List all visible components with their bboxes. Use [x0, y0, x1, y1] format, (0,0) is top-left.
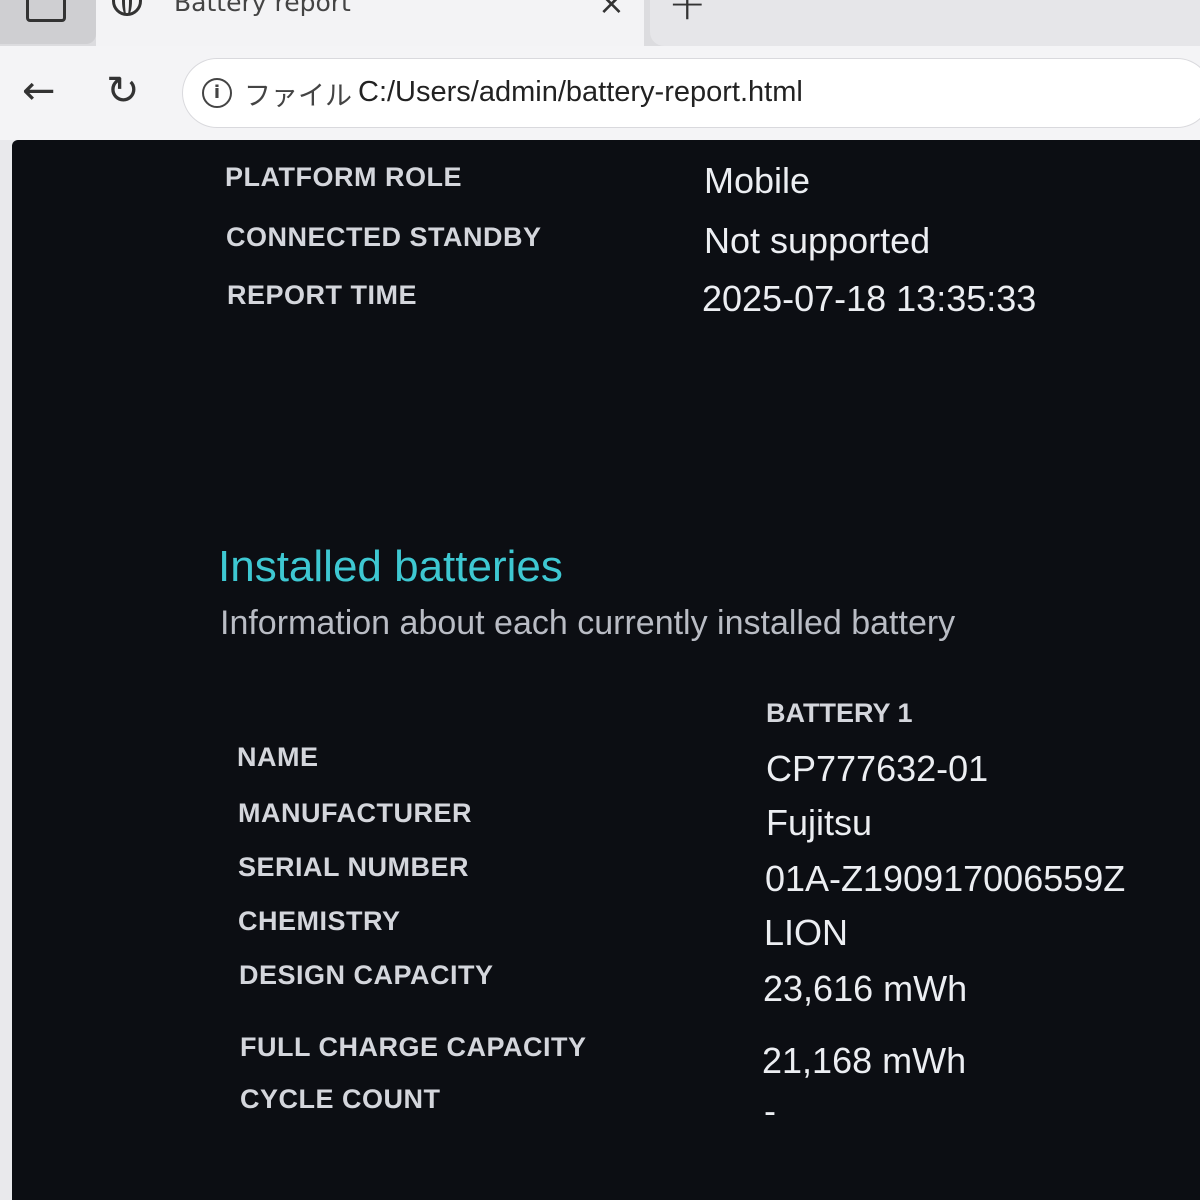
- info-icon[interactable]: i: [202, 78, 232, 108]
- back-button[interactable]: ←: [22, 68, 56, 114]
- battery-row-label: CHEMISTRY: [238, 906, 401, 936]
- battery-row-label: SERIAL NUMBER: [238, 852, 470, 882]
- battery-column-header: BATTERY 1: [766, 698, 913, 728]
- section-subtitle: Information about each currently install…: [220, 604, 956, 642]
- battery-row-value: -: [764, 1090, 776, 1131]
- tab-strip: Battery report × +: [0, 0, 1200, 46]
- battery-row-value: LION: [764, 912, 849, 953]
- address-bar[interactable]: i ファイル C:/Users/admin/battery-report.htm…: [182, 58, 1200, 128]
- address-prefix: ファイル: [244, 81, 352, 112]
- battery-row-label: FULL CHARGE CAPACITY: [240, 1032, 587, 1062]
- reload-button[interactable]: ↻: [106, 68, 140, 114]
- new-tab-button[interactable]: +: [668, 0, 707, 30]
- system-info-value: Not supported: [704, 220, 931, 261]
- system-info-label: REPORT TIME: [227, 280, 418, 310]
- battery-row-label: DESIGN CAPACITY: [239, 960, 494, 990]
- system-info-value: 2025-07-18 13:35:33: [702, 278, 1037, 319]
- battery-row-value: Fujitsu: [766, 802, 873, 843]
- system-info-label: CONNECTED STANDBY: [226, 222, 542, 252]
- close-tab-icon[interactable]: ×: [598, 0, 625, 22]
- battery-row-label: MANUFACTURER: [238, 798, 472, 828]
- battery-row-label: CYCLE COUNT: [240, 1084, 441, 1114]
- battery-row-value: 23,616 mWh: [763, 968, 968, 1009]
- system-info-label: PLATFORM ROLE: [225, 162, 462, 192]
- system-info-value: Mobile: [704, 160, 811, 201]
- battery-row-value: CP777632-01: [766, 748, 989, 789]
- section-title: Installed batteries: [218, 542, 563, 591]
- battery-row-label: NAME: [237, 742, 319, 772]
- url-text[interactable]: C:/Users/admin/battery-report.html: [358, 76, 803, 109]
- globe-icon: [112, 0, 142, 16]
- tab-battery-report[interactable]: Battery report ×: [96, 0, 644, 46]
- tab-actions-menu[interactable]: [0, 0, 96, 44]
- report-page: PLATFORM ROLE Mobile CONNECTED STANDBY N…: [12, 140, 1200, 1200]
- tab-title: Battery report: [174, 0, 351, 17]
- tab-strip-empty: +: [650, 0, 1200, 46]
- battery-row-value: 01A-Z190917006559Z: [765, 858, 1126, 899]
- battery-row-value: 21,168 mWh: [762, 1040, 967, 1081]
- browser-toolbar: ← ↻ i ファイル C:/Users/admin/battery-report…: [0, 46, 1200, 140]
- tab-actions-icon: [26, 0, 66, 22]
